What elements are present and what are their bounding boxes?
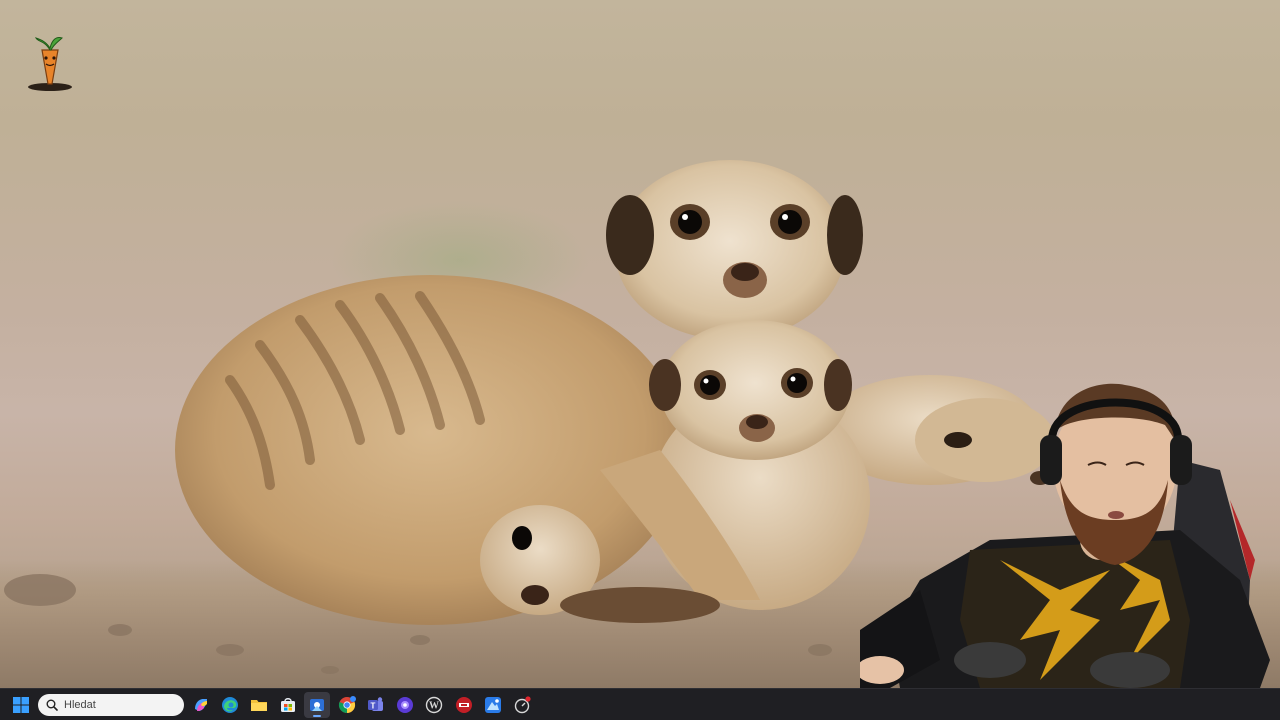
active-app-button[interactable] xyxy=(304,692,330,718)
taskbar-search-box[interactable]: Hledat xyxy=(38,694,184,716)
search-placeholder: Hledat xyxy=(64,699,96,711)
taskbar: Hledat T W xyxy=(0,688,1280,720)
microsoft-store-button[interactable] xyxy=(275,692,301,718)
file-explorer-icon xyxy=(251,700,267,711)
app-icon xyxy=(310,699,324,711)
teams-button[interactable]: T xyxy=(363,692,389,718)
search-icon xyxy=(46,699,58,711)
svg-text:T: T xyxy=(371,702,376,711)
carrot-logo-icon[interactable] xyxy=(24,34,76,92)
app-icon xyxy=(456,697,472,713)
svg-text:W: W xyxy=(429,701,439,712)
windows-start-button[interactable] xyxy=(8,692,34,718)
copilot-button[interactable] xyxy=(188,692,214,718)
app-button[interactable] xyxy=(509,692,535,718)
edge-button[interactable] xyxy=(217,692,243,718)
copilot-icon xyxy=(195,699,207,711)
app-button[interactable] xyxy=(392,692,418,718)
file-explorer-button[interactable] xyxy=(246,692,272,718)
app-button[interactable] xyxy=(480,692,506,718)
teams-icon: T xyxy=(368,697,383,711)
app-button[interactable] xyxy=(451,692,477,718)
chrome-icon xyxy=(338,696,356,714)
windows-start-icon xyxy=(13,697,29,713)
app-icon xyxy=(485,697,501,713)
desktop xyxy=(0,0,1280,688)
webcam-overlay xyxy=(860,383,1270,688)
microsoft-store-icon xyxy=(281,698,295,712)
wordpress-button[interactable]: W xyxy=(421,692,447,718)
app-icon xyxy=(514,696,531,714)
edge-browser-icon xyxy=(222,697,238,713)
wordpress-icon: W xyxy=(425,696,443,714)
chrome-button[interactable] xyxy=(334,692,360,718)
app-icon xyxy=(397,697,413,713)
